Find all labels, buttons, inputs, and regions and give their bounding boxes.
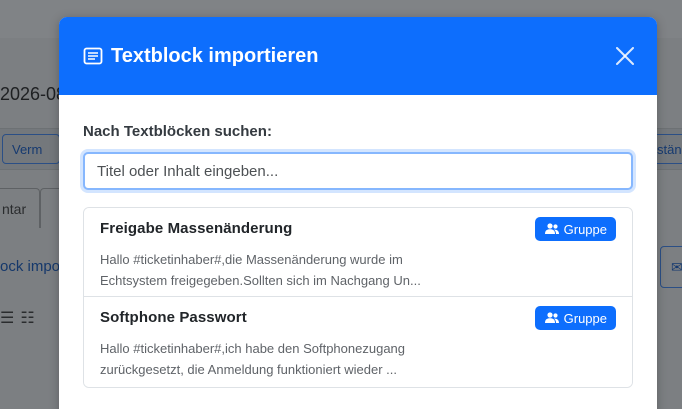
result-list: Freigabe Massenänderung Gruppe Hallo #ti… (83, 207, 633, 388)
modal-title: Textblock importieren (111, 44, 319, 67)
background-date: 2026-08 (0, 84, 67, 104)
modal-header: Textblock importieren (59, 17, 657, 95)
close-icon[interactable] (615, 46, 635, 66)
background-list-icons: ☰☷ (0, 308, 41, 328)
users-icon (544, 223, 560, 235)
search-label: Nach Textblöcken suchen: (83, 123, 272, 140)
result-item-softphone-passwort[interactable]: Softphone Passwort Gruppe Hallo #ticketi… (84, 297, 632, 387)
result-preview-line: zurückgesetzt, die Anmeldung funktionier… (100, 362, 397, 377)
result-preview-line: Hallo #ticketinhaber#,ich habe den Softp… (100, 341, 406, 356)
mail-icon: ✉ (671, 259, 682, 275)
background-toolbar-left-label: Verm (12, 142, 43, 157)
result-preview: Hallo #ticketinhaber#,ich habe den Softp… (100, 338, 460, 380)
result-preview-line: Hallo #ticketinhaber#,die Massenänderung… (100, 252, 403, 267)
result-preview: Hallo #ticketinhaber#,die Massenänderung… (100, 249, 460, 291)
background-toolbar-button-left: Verm (2, 134, 60, 164)
group-badge: Gruppe (534, 306, 616, 330)
result-item-freigabe-massenaenderung[interactable]: Freigabe Massenänderung Gruppe Hallo #ti… (84, 208, 632, 297)
modal-body: Nach Textblöcken suchen: Freigabe Massen… (59, 95, 657, 388)
group-badge: Gruppe (534, 217, 616, 241)
search-input[interactable] (83, 152, 633, 190)
list-icon: ☰☷ (0, 310, 41, 327)
group-badge-label: Gruppe (563, 221, 607, 237)
users-icon (544, 312, 560, 324)
text-block-icon (83, 46, 103, 66)
result-preview-line: Echtsystem freigegeben.Sollten sich im N… (100, 273, 421, 288)
background-toolbar-right-label: stän (657, 142, 682, 157)
group-badge-label: Gruppe (563, 310, 607, 326)
import-textblock-modal: Textblock importieren Nach Textblöcken s… (59, 17, 657, 409)
background-tab-left: ntar (0, 188, 40, 228)
background-import-link: ock impo (0, 258, 61, 275)
background-tab-left-label: ntar (2, 201, 27, 217)
background-mail-button: ✉ (660, 246, 682, 288)
